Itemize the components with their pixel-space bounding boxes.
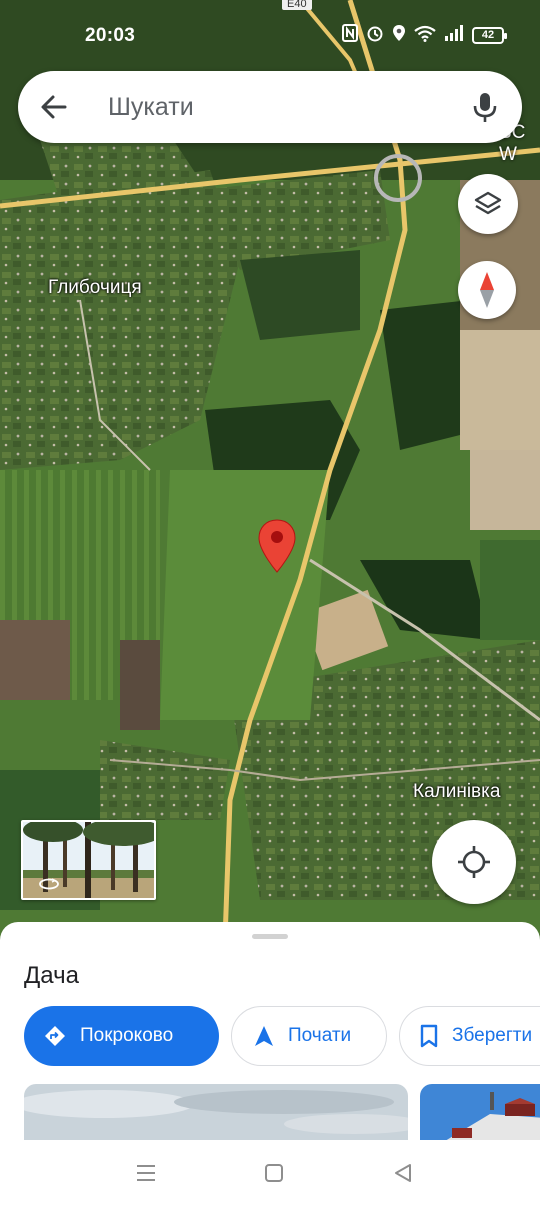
compass-icon xyxy=(480,272,494,308)
back-arrow-icon[interactable] xyxy=(38,91,70,123)
directions-button[interactable]: Покроково xyxy=(24,1006,219,1066)
layers-icon xyxy=(474,191,502,215)
start-label: Почати xyxy=(288,1025,352,1046)
compass-button[interactable] xyxy=(458,261,516,319)
recent-apps-icon[interactable] xyxy=(133,1160,159,1186)
place-photo-2[interactable] xyxy=(420,1084,540,1144)
place-bottom-sheet[interactable]: Дача Покроково Почати Зберегти xyxy=(0,922,540,1144)
save-label: Зберегти xyxy=(452,1025,533,1046)
village-label-kalynivka[interactable]: Калинівка xyxy=(413,781,500,803)
nfc-icon xyxy=(342,24,358,47)
rotate-360-icon xyxy=(39,878,59,890)
status-icons: 42 xyxy=(342,24,507,47)
home-icon[interactable] xyxy=(261,1160,287,1186)
microphone-icon[interactable] xyxy=(470,91,500,123)
location-icon xyxy=(392,24,406,47)
directions-label: Покроково xyxy=(80,1025,174,1046)
search-bar[interactable]: Шукати xyxy=(18,71,522,143)
start-navigation-button[interactable]: Почати xyxy=(231,1006,387,1066)
signal-icon xyxy=(444,25,464,46)
bookmark-icon xyxy=(420,1024,438,1048)
directions-icon xyxy=(45,1026,65,1046)
place-title: Дача xyxy=(24,962,79,989)
search-input[interactable]: Шукати xyxy=(108,93,194,122)
place-photo-house xyxy=(420,1084,540,1144)
street-view-thumbnail[interactable] xyxy=(21,820,156,900)
place-photo-sky xyxy=(24,1084,408,1144)
save-button[interactable]: Зберегти xyxy=(399,1006,540,1066)
alarm-icon xyxy=(366,24,384,47)
location-pin-icon[interactable] xyxy=(257,518,297,574)
status-time: 20:03 xyxy=(85,25,136,46)
crosshair-icon xyxy=(458,846,490,878)
my-location-button[interactable] xyxy=(432,820,516,904)
village-label-hlybochytsia[interactable]: Глибочиця xyxy=(48,277,142,299)
battery-indicator: 42 xyxy=(472,27,507,44)
system-navigation-bar xyxy=(0,1140,540,1206)
wifi-icon xyxy=(414,25,436,47)
map-layers-button[interactable] xyxy=(458,174,518,234)
navigation-arrow-icon xyxy=(255,1026,273,1046)
place-photo-1[interactable] xyxy=(24,1084,408,1144)
back-icon[interactable] xyxy=(390,1160,416,1186)
status-bar: 20:03 42 xyxy=(0,0,540,70)
sheet-drag-handle[interactable] xyxy=(252,934,288,939)
